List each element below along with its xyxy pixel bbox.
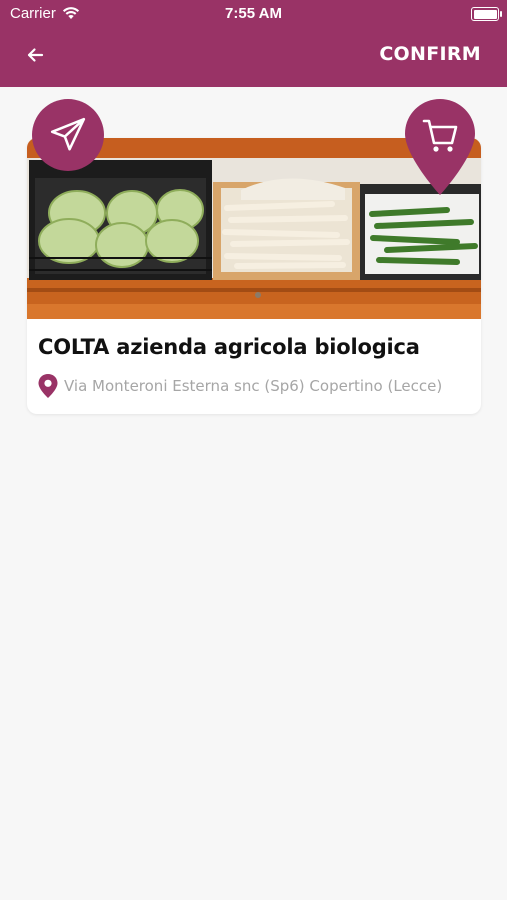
producer-name: COLTA azienda agricola biologica — [38, 335, 420, 359]
send-button[interactable] — [32, 99, 104, 171]
map-pin-icon — [38, 374, 58, 398]
producer-address: Via Monteroni Esterna snc (Sp6) Copertin… — [38, 374, 442, 398]
paper-plane-icon — [50, 117, 86, 151]
arrow-left-icon — [27, 48, 44, 62]
status-bar: Carrier 7:55 AM — [0, 0, 507, 28]
status-time: 7:55 AM — [225, 5, 282, 22]
back-button[interactable] — [20, 40, 50, 70]
cart-button[interactable] — [405, 99, 475, 195]
address-text: Via Monteroni Esterna snc (Sp6) Copertin… — [64, 377, 443, 395]
cart-pin — [405, 99, 475, 195]
battery-icon — [471, 7, 502, 21]
confirm-button[interactable]: CONFIRM — [379, 43, 481, 65]
app-bar: Carrier 7:55 AM CONFIRM — [0, 0, 507, 87]
